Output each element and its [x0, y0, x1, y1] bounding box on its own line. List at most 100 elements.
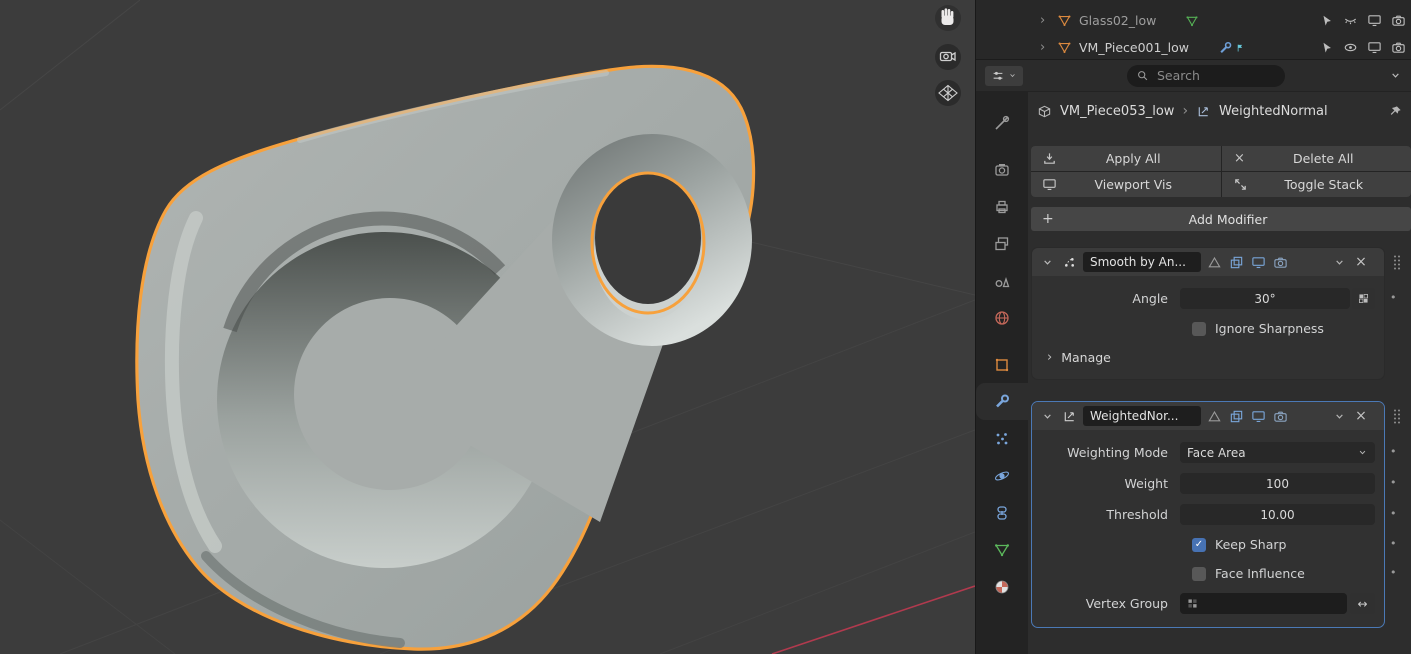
modifier-header[interactable]: Smooth by An... ×	[1032, 248, 1384, 276]
material-icon	[995, 580, 1009, 593]
selected-object[interactable]	[135, 64, 756, 651]
blender-window: › Glass02_low › VM_Piece001_low Search V…	[0, 0, 1411, 654]
add-modifier-button[interactable]: + Add Modifier	[1031, 207, 1411, 231]
manage-label: Manage	[1061, 349, 1111, 365]
object-name[interactable]: Glass02_low	[1079, 13, 1156, 28]
hide-eye-closed-icon[interactable]	[1343, 13, 1358, 28]
tab-render[interactable]	[976, 151, 1028, 188]
tab-object-data[interactable]	[976, 531, 1028, 568]
disable-render-icon[interactable]	[1391, 40, 1406, 55]
header-options-chevron-icon[interactable]	[1389, 69, 1402, 82]
breadcrumb-object[interactable]: VM_Piece053_low	[1060, 104, 1174, 119]
on-cage-toggle-icon[interactable]	[1206, 408, 1223, 425]
vertex-group-invert-button[interactable]: ↔	[1350, 593, 1375, 614]
modifier-actions: Apply All × Delete All Viewport Vis Togg…	[1031, 146, 1411, 197]
modifier-header[interactable]: WeightedNor... ×	[1032, 402, 1384, 430]
vertex-group-row: Vertex Group ↔	[1032, 588, 1384, 619]
threshold-slider[interactable]: 10.00	[1180, 504, 1375, 525]
weighting-mode-row: Weighting Mode Face Area	[1032, 437, 1384, 468]
modifier-name-field[interactable]: WeightedNor...	[1083, 406, 1201, 426]
angle-row: Angle 30°	[1032, 283, 1384, 314]
orthographic-toggle-button[interactable]	[935, 80, 961, 106]
collapse-chevron-icon[interactable]	[1039, 254, 1056, 271]
disable-viewport-icon[interactable]	[1367, 13, 1382, 28]
toggle-stack-button[interactable]: Toggle Stack	[1221, 172, 1411, 197]
toggle-stack-label: Toggle Stack	[1284, 177, 1364, 192]
hide-eye-open-icon[interactable]	[1343, 40, 1358, 55]
tab-tool[interactable]	[976, 104, 1028, 141]
override-badge-icon	[1235, 43, 1245, 53]
edit-mode-toggle-icon[interactable]	[1228, 408, 1245, 425]
outliner-row-glass02[interactable]: › Glass02_low	[976, 7, 1411, 34]
expand-chevron-icon[interactable]: ›	[1040, 13, 1050, 28]
delete-all-button[interactable]: × Delete All	[1221, 146, 1411, 171]
extras-chevron-icon[interactable]	[1331, 408, 1348, 425]
remove-modifier-icon[interactable]: ×	[1353, 254, 1369, 270]
render-toggle-icon[interactable]	[1272, 254, 1289, 271]
apply-all-label: Apply All	[1105, 151, 1161, 166]
selectable-icon[interactable]	[1320, 14, 1334, 28]
render-toggle-icon[interactable]	[1272, 408, 1289, 425]
remove-modifier-icon[interactable]: ×	[1353, 408, 1369, 424]
chevron-right-icon: ›	[1047, 349, 1053, 365]
pan-hand-button[interactable]	[935, 5, 961, 31]
animate-decorator-dot[interactable]: •	[1390, 538, 1397, 549]
modifier-properties-content: VM_Piece053_low › WeightedNormal Apply A…	[1028, 92, 1411, 654]
weighting-mode-dropdown[interactable]: Face Area	[1180, 442, 1375, 463]
animate-decorator-dot[interactable]: •	[1390, 508, 1397, 519]
keep-sharp-row: ✓ Keep Sharp	[1032, 530, 1384, 559]
expand-chevron-icon[interactable]: ›	[1040, 40, 1050, 55]
breadcrumb-modifier[interactable]: WeightedNormal	[1219, 104, 1328, 119]
chevron-down-icon	[1008, 71, 1017, 80]
keep-sharp-checkbox[interactable]: ✓	[1192, 537, 1206, 552]
animate-decorator-dot[interactable]: •	[1390, 292, 1397, 303]
breadcrumb-separator: ›	[1182, 103, 1189, 119]
extras-chevron-icon[interactable]	[1331, 254, 1348, 271]
angle-keying-button[interactable]	[1352, 288, 1375, 309]
tab-modifiers-active[interactable]	[976, 383, 1028, 420]
modifier-name-field[interactable]: Smooth by An...	[1083, 252, 1201, 272]
tab-output[interactable]	[976, 188, 1028, 225]
outliner-row-vmpiece001[interactable]: › VM_Piece001_low	[976, 34, 1411, 61]
weight-slider[interactable]: 100	[1180, 473, 1375, 494]
apply-all-button[interactable]: Apply All	[1031, 146, 1221, 171]
edit-mode-toggle-icon[interactable]	[1228, 254, 1245, 271]
x-axis-line	[771, 585, 975, 654]
face-influence-checkbox[interactable]	[1192, 566, 1206, 581]
3d-viewport[interactable]	[0, 0, 975, 654]
on-cage-toggle-icon[interactable]	[1206, 254, 1223, 271]
realtime-toggle-icon[interactable]	[1250, 408, 1267, 425]
tab-scene[interactable]	[976, 262, 1028, 299]
properties-search[interactable]	[1127, 64, 1285, 87]
editor-type-button[interactable]	[985, 65, 1023, 86]
disable-viewport-icon[interactable]	[1367, 40, 1382, 55]
realtime-toggle-icon[interactable]	[1250, 254, 1267, 271]
mesh-object-icon	[1057, 13, 1072, 28]
tab-material[interactable]	[976, 568, 1028, 605]
tab-constraints[interactable]	[976, 494, 1028, 531]
ignore-sharpness-checkbox[interactable]	[1192, 321, 1206, 336]
tab-view-layer[interactable]	[976, 225, 1028, 262]
disable-render-icon[interactable]	[1391, 13, 1406, 28]
threshold-label: Threshold	[1106, 507, 1168, 522]
pin-icon[interactable]	[1388, 104, 1403, 119]
tab-world[interactable]	[976, 299, 1028, 336]
search-input[interactable]	[1155, 67, 1265, 84]
tab-object[interactable]	[976, 346, 1028, 383]
animate-decorator-dot[interactable]: •	[1390, 446, 1397, 457]
tab-particles[interactable]	[976, 420, 1028, 457]
animate-decorator-dot[interactable]: •	[1390, 477, 1397, 488]
manage-subpanel[interactable]: › Manage	[1032, 343, 1384, 371]
vertex-group-field[interactable]	[1180, 593, 1347, 614]
collapse-chevron-icon[interactable]	[1039, 408, 1056, 425]
add-modifier-label: Add Modifier	[1188, 211, 1268, 227]
selectable-icon[interactable]	[1320, 41, 1334, 55]
viewport-vis-button[interactable]: Viewport Vis	[1031, 172, 1221, 197]
camera-view-button[interactable]	[935, 44, 961, 70]
angle-label: Angle	[1132, 291, 1168, 306]
tab-physics[interactable]	[976, 457, 1028, 494]
animate-decorator-dot[interactable]: •	[1390, 567, 1397, 578]
keying-icon	[1357, 292, 1370, 305]
object-name[interactable]: VM_Piece001_low	[1079, 40, 1189, 55]
angle-slider[interactable]: 30°	[1180, 288, 1350, 309]
